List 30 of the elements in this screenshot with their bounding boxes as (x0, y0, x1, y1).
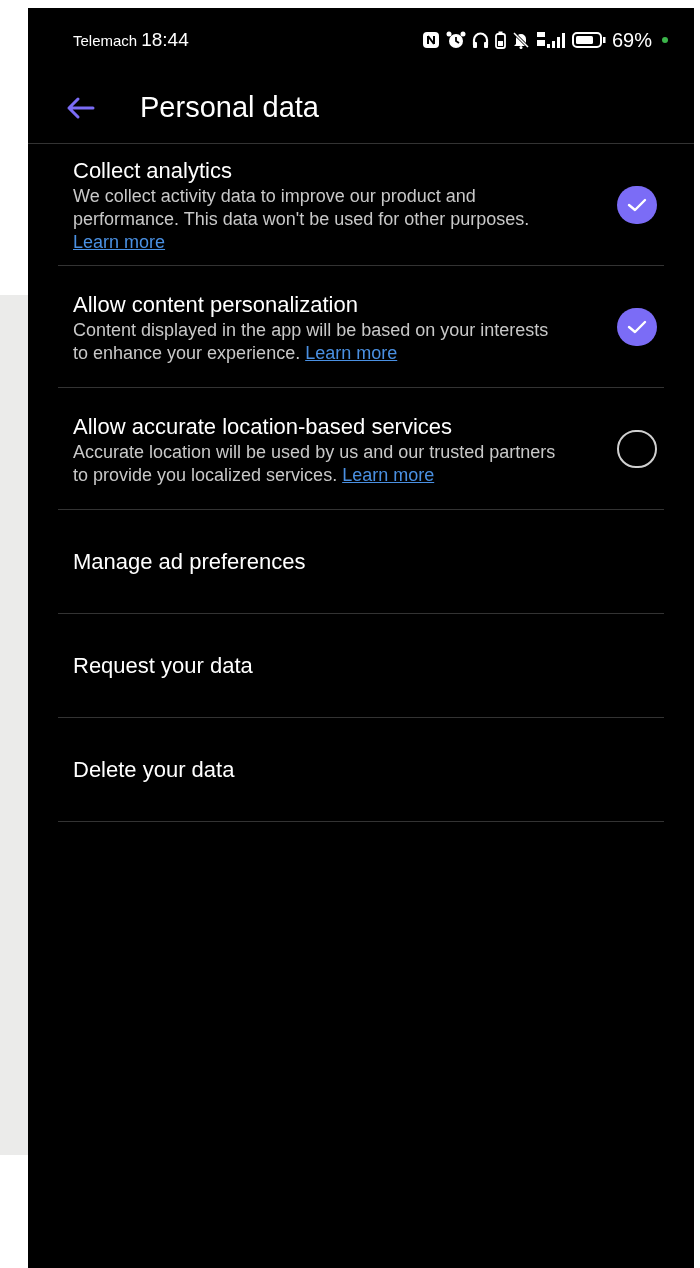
setting-description: Accurate location will be used by us and our trusted partners to provide you localized services. Learn more (73, 440, 557, 487)
learn-more-link[interactable]: Learn more (342, 464, 435, 485)
alarm-clock-icon (445, 31, 466, 49)
check-icon (627, 319, 647, 334)
setting-title: Allow content personalization (73, 290, 359, 319)
carrier-name: Telemach (73, 30, 138, 51)
menu-item[interactable]: Manage ad preferences (73, 545, 306, 578)
checkbox[interactable] (617, 185, 657, 224)
learn-more-link[interactable]: Learn more (73, 232, 166, 252)
status-time: 18:44 (141, 27, 189, 52)
battery-small-icon (494, 31, 506, 49)
signal-icon (535, 31, 566, 49)
setting-title: Collect analytics (73, 157, 233, 185)
back-arrow-icon (65, 95, 95, 120)
checkbox[interactable] (617, 307, 657, 346)
menu-item[interactable]: Request your data (73, 649, 253, 682)
battery-icon (571, 31, 606, 49)
page-title: Personal data (140, 89, 319, 125)
battery-percent: 69% (611, 28, 652, 53)
headphones-icon (471, 31, 489, 49)
setting-title: Allow accurate location-based services (73, 412, 454, 441)
setting-description: Content displayed in the app will be based on your interests to enhance your experience. Learn more (73, 318, 550, 365)
learn-more-link[interactable]: Learn more (305, 342, 398, 363)
status-dot-icon (662, 37, 668, 43)
muted-bell-icon (511, 31, 530, 49)
setting-description: We collect activity data to improve our product and performance. This data won't be used for other purposes. Learn more (73, 185, 531, 254)
nfc-icon (421, 31, 440, 49)
menu-item[interactable]: Delete your data (73, 753, 235, 786)
check-icon (627, 197, 647, 212)
checkbox[interactable] (617, 429, 657, 468)
